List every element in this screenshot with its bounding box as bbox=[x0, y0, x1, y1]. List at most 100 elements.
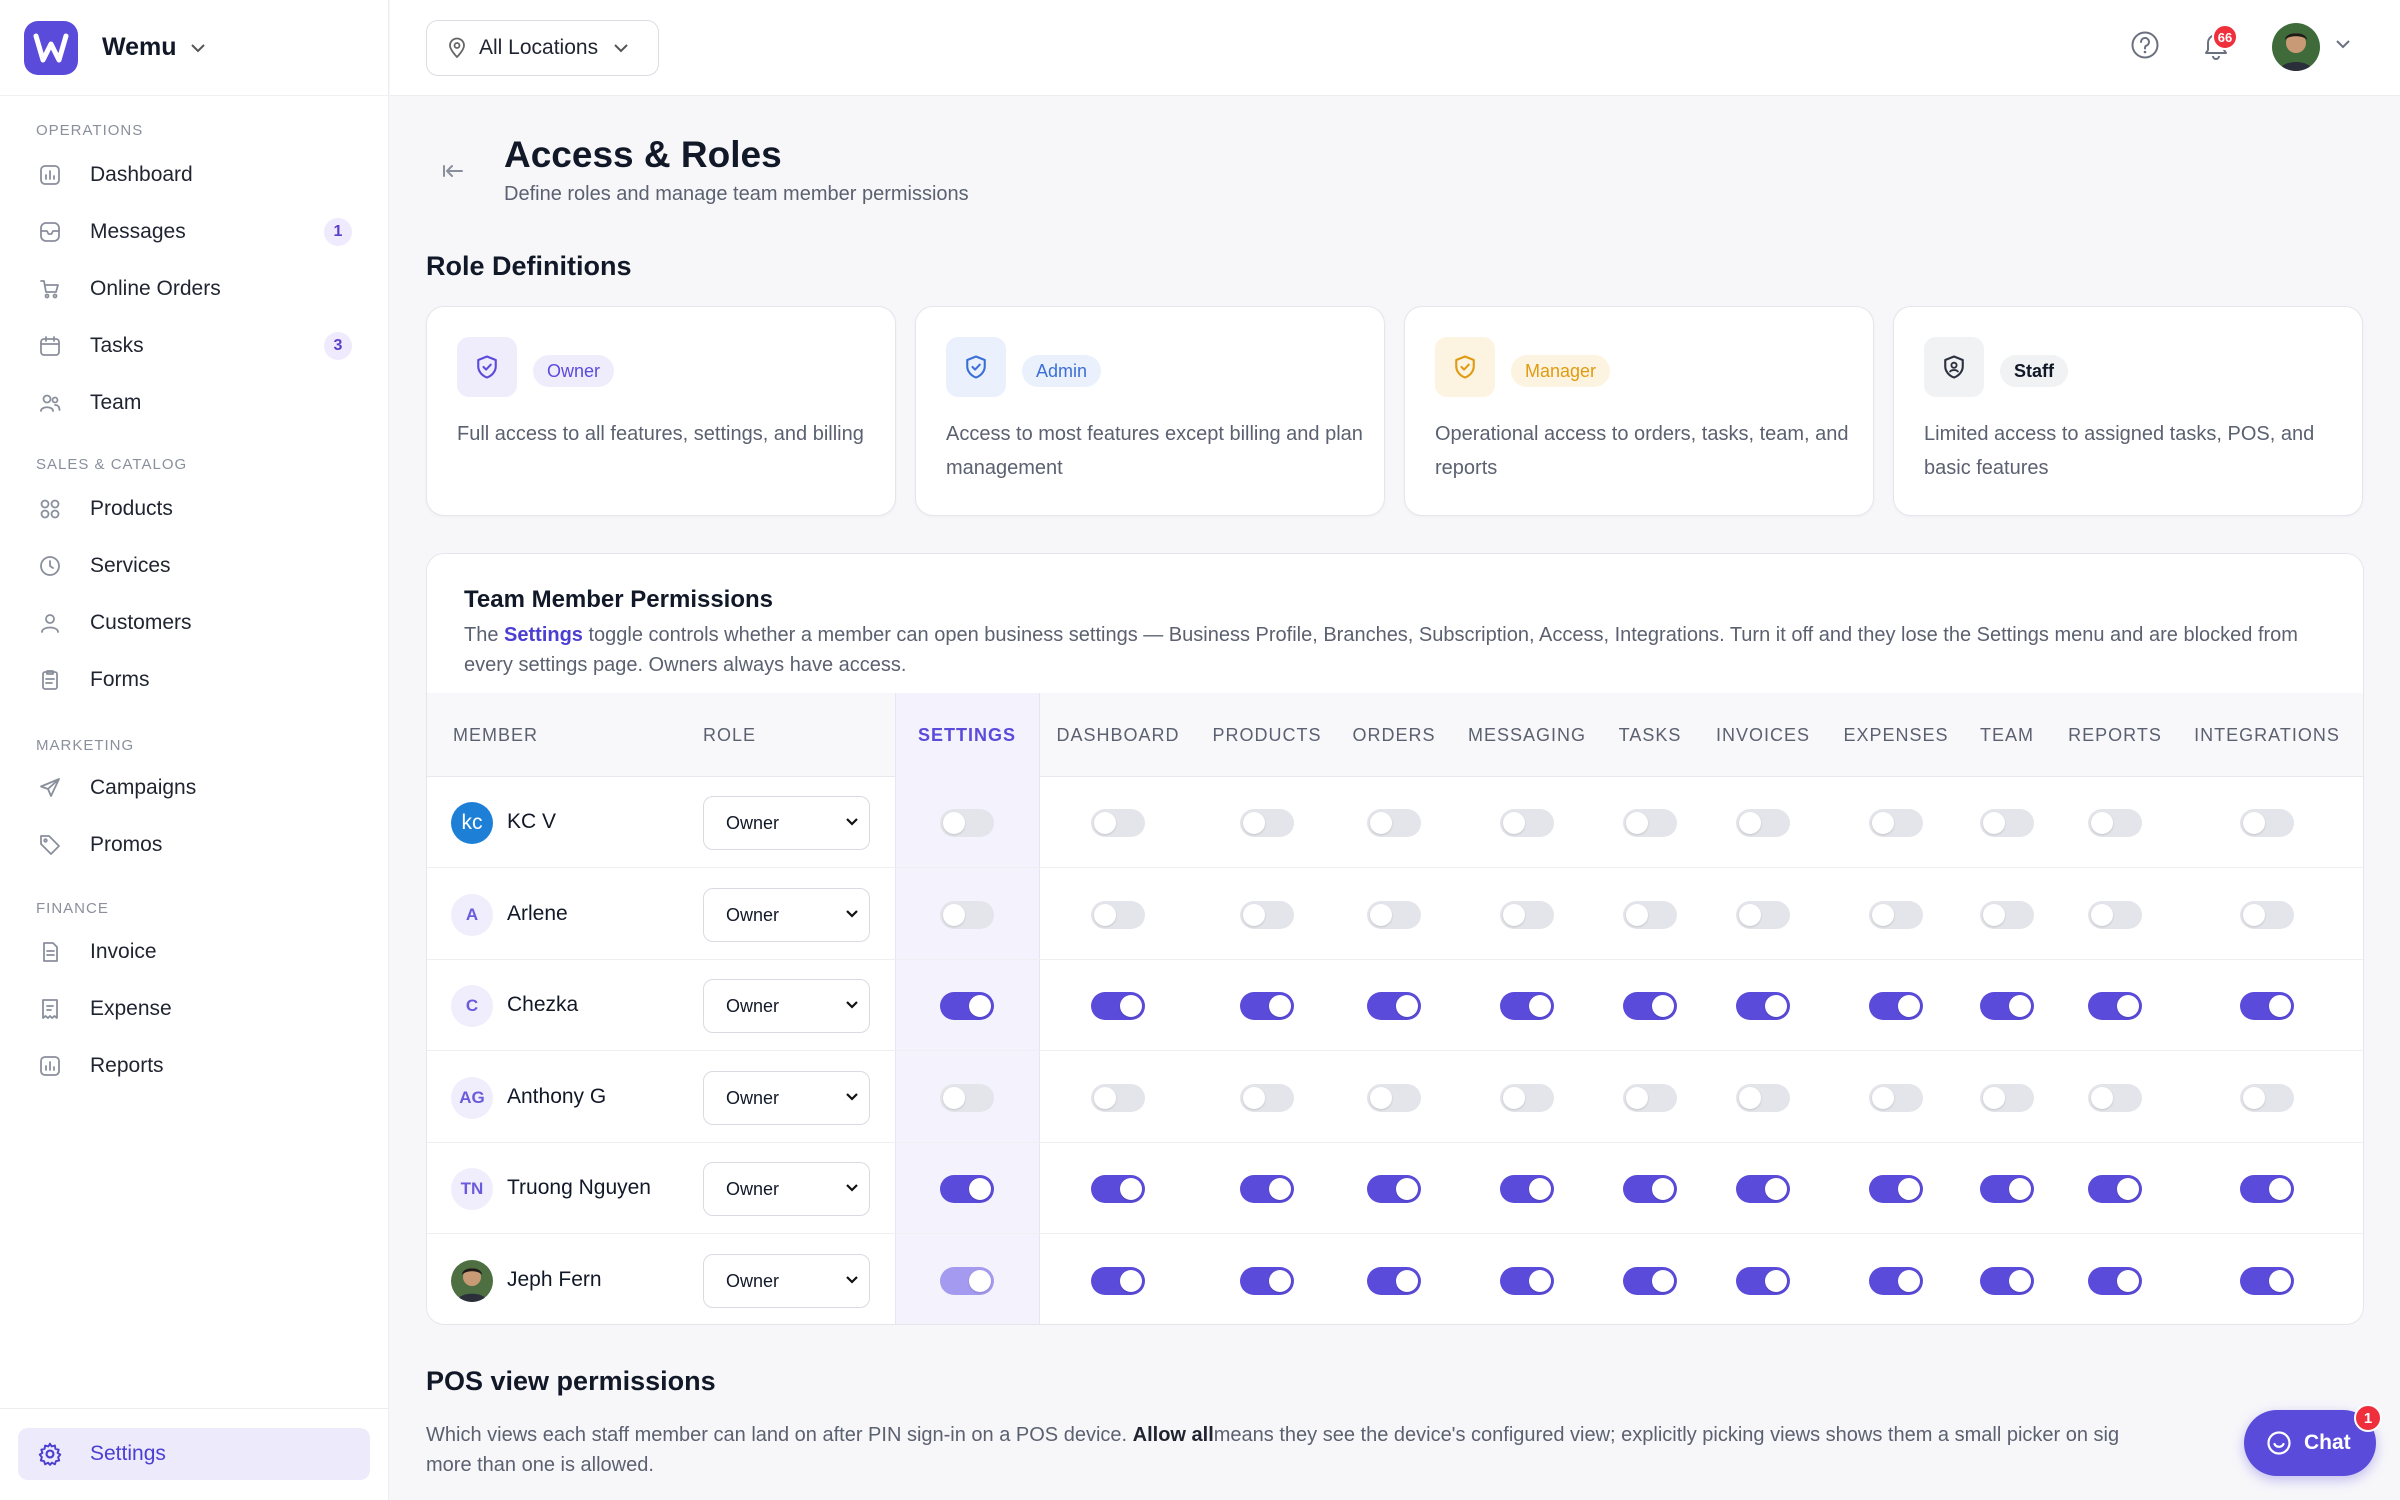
toggle-settings[interactable] bbox=[940, 992, 994, 1020]
toggle-tasks[interactable] bbox=[1623, 1083, 1677, 1112]
toggle-products[interactable] bbox=[1240, 1083, 1294, 1112]
sidebar-item-campaigns[interactable]: Campaigns bbox=[18, 762, 370, 814]
toggle-invoices[interactable] bbox=[1736, 1083, 1790, 1112]
toggle-products[interactable] bbox=[1240, 900, 1294, 929]
toggle-expenses[interactable] bbox=[1869, 1175, 1923, 1203]
toggle-messaging[interactable] bbox=[1500, 1266, 1554, 1295]
toggle-products[interactable] bbox=[1240, 1266, 1294, 1295]
toggle-products[interactable] bbox=[1240, 809, 1294, 837]
toggle-invoices[interactable] bbox=[1736, 900, 1790, 929]
toggle-tasks[interactable] bbox=[1623, 900, 1677, 929]
toggle-dashboard[interactable] bbox=[1091, 900, 1145, 929]
sidebar-item-dashboard[interactable]: Dashboard bbox=[18, 149, 370, 201]
user-avatar[interactable] bbox=[2272, 23, 2320, 71]
role-select[interactable]: OwnerAdminManagerStaff bbox=[703, 1070, 870, 1125]
toggle-orders[interactable] bbox=[1367, 1083, 1421, 1112]
toggle-team[interactable] bbox=[1980, 992, 2034, 1020]
toggle-settings[interactable] bbox=[940, 900, 994, 929]
sidebar-item-products[interactable]: Products bbox=[18, 483, 370, 535]
toggle-team[interactable] bbox=[1980, 900, 2034, 929]
toggle-tasks[interactable] bbox=[1623, 1175, 1677, 1203]
toggle-integrations[interactable] bbox=[2240, 992, 2294, 1020]
toggle-orders[interactable] bbox=[1367, 1175, 1421, 1203]
toggle-orders[interactable] bbox=[1367, 809, 1421, 837]
toggle-dashboard[interactable] bbox=[1091, 1266, 1145, 1295]
toggle-tasks[interactable] bbox=[1623, 809, 1677, 837]
sidebar-item-online-orders[interactable]: Online Orders bbox=[18, 263, 370, 315]
toggle-expenses[interactable] bbox=[1869, 900, 1923, 929]
column-header-tasks: TASKS bbox=[1618, 725, 1682, 745]
toggle-reports[interactable] bbox=[2088, 900, 2142, 929]
toggle-products[interactable] bbox=[1240, 1175, 1294, 1203]
toggle-orders[interactable] bbox=[1367, 900, 1421, 929]
toggle-reports[interactable] bbox=[2088, 1266, 2142, 1295]
sidebar-item-services[interactable]: Services bbox=[18, 540, 370, 592]
toggle-knob bbox=[2243, 903, 2265, 926]
toggle-tasks[interactable] bbox=[1623, 992, 1677, 1020]
toggle-reports[interactable] bbox=[2088, 992, 2142, 1020]
toggle-messaging[interactable] bbox=[1500, 809, 1554, 837]
toggle-invoices[interactable] bbox=[1736, 992, 1790, 1020]
toggle-expenses[interactable] bbox=[1869, 1266, 1923, 1295]
role-select[interactable]: OwnerAdminManagerStaff bbox=[703, 796, 870, 850]
toggle-reports[interactable] bbox=[2088, 809, 2142, 837]
toggle-team[interactable] bbox=[1980, 1175, 2034, 1203]
toggle-settings[interactable] bbox=[940, 1266, 994, 1295]
toggle-messaging[interactable] bbox=[1500, 900, 1554, 929]
chevron-down-icon[interactable] bbox=[2334, 38, 2352, 50]
toggle-integrations[interactable] bbox=[2240, 809, 2294, 837]
role-select[interactable]: OwnerAdminManagerStaff bbox=[703, 887, 870, 942]
toggle-invoices[interactable] bbox=[1736, 809, 1790, 837]
toggle-dashboard[interactable] bbox=[1091, 1175, 1145, 1203]
toggle-dashboard[interactable] bbox=[1091, 1083, 1145, 1112]
sidebar-item-forms[interactable]: Forms bbox=[18, 654, 370, 706]
toggle-messaging[interactable] bbox=[1500, 1175, 1554, 1203]
toggle-orders[interactable] bbox=[1367, 1266, 1421, 1295]
sidebar-item-customers[interactable]: Customers bbox=[18, 597, 370, 649]
toggle-reports[interactable] bbox=[2088, 1175, 2142, 1203]
brand-switcher[interactable]: Wemu bbox=[0, 0, 388, 96]
toggle-invoices[interactable] bbox=[1736, 1266, 1790, 1295]
sidebar-item-team[interactable]: Team bbox=[18, 377, 370, 429]
sidebar-item-promos[interactable]: Promos bbox=[18, 819, 370, 871]
toggle-expenses[interactable] bbox=[1869, 1083, 1923, 1112]
toggle-dashboard[interactable] bbox=[1091, 809, 1145, 837]
help-icon[interactable] bbox=[2130, 30, 2160, 60]
toggle-messaging[interactable] bbox=[1500, 1083, 1554, 1112]
toggle-tasks[interactable] bbox=[1623, 1266, 1677, 1295]
toggle-team[interactable] bbox=[1980, 1083, 2034, 1112]
sidebar-item-tasks[interactable]: Tasks 3 bbox=[18, 320, 370, 372]
shield-icon bbox=[1924, 337, 1984, 397]
role-select[interactable]: OwnerAdminManagerStaff bbox=[703, 1162, 870, 1216]
toggle-knob bbox=[1370, 812, 1392, 834]
sidebar-item-invoice[interactable]: Invoice bbox=[18, 926, 370, 978]
toggle-orders[interactable] bbox=[1367, 992, 1421, 1020]
toggle-reports[interactable] bbox=[2088, 1083, 2142, 1112]
toggle-messaging[interactable] bbox=[1500, 992, 1554, 1020]
toggle-expenses[interactable] bbox=[1869, 809, 1923, 837]
sidebar-item-reports[interactable]: Reports bbox=[18, 1040, 370, 1092]
toggle-invoices[interactable] bbox=[1736, 1175, 1790, 1203]
sidebar-item-messages[interactable]: Messages 1 bbox=[18, 206, 370, 258]
toggle-dashboard[interactable] bbox=[1091, 992, 1145, 1020]
back-arrow-icon[interactable] bbox=[438, 156, 468, 186]
role-select[interactable]: OwnerAdminManagerStaff bbox=[703, 1253, 870, 1308]
location-selector[interactable]: All Locations bbox=[426, 20, 659, 76]
toggle-integrations[interactable] bbox=[2240, 1175, 2294, 1203]
toggle-settings[interactable] bbox=[940, 1083, 994, 1112]
role-select[interactable]: OwnerAdminManagerStaff bbox=[703, 979, 870, 1033]
toggle-integrations[interactable] bbox=[2240, 1083, 2294, 1112]
toggle-integrations[interactable] bbox=[2240, 900, 2294, 929]
sidebar-item-expense[interactable]: Expense bbox=[18, 983, 370, 1035]
toggle-team[interactable] bbox=[1980, 809, 2034, 837]
tag-icon bbox=[36, 831, 64, 859]
toggle-settings[interactable] bbox=[940, 1175, 994, 1203]
sidebar-item-settings[interactable]: Settings bbox=[18, 1428, 370, 1480]
settings-link[interactable]: Settings bbox=[504, 624, 583, 646]
toggle-team[interactable] bbox=[1980, 1266, 2034, 1295]
toggle-expenses[interactable] bbox=[1869, 992, 1923, 1020]
toggle-integrations[interactable] bbox=[2240, 1266, 2294, 1295]
toggle-products[interactable] bbox=[1240, 992, 1294, 1020]
sidebar-item-label: Reports bbox=[90, 1054, 164, 1077]
toggle-settings[interactable] bbox=[940, 809, 994, 837]
